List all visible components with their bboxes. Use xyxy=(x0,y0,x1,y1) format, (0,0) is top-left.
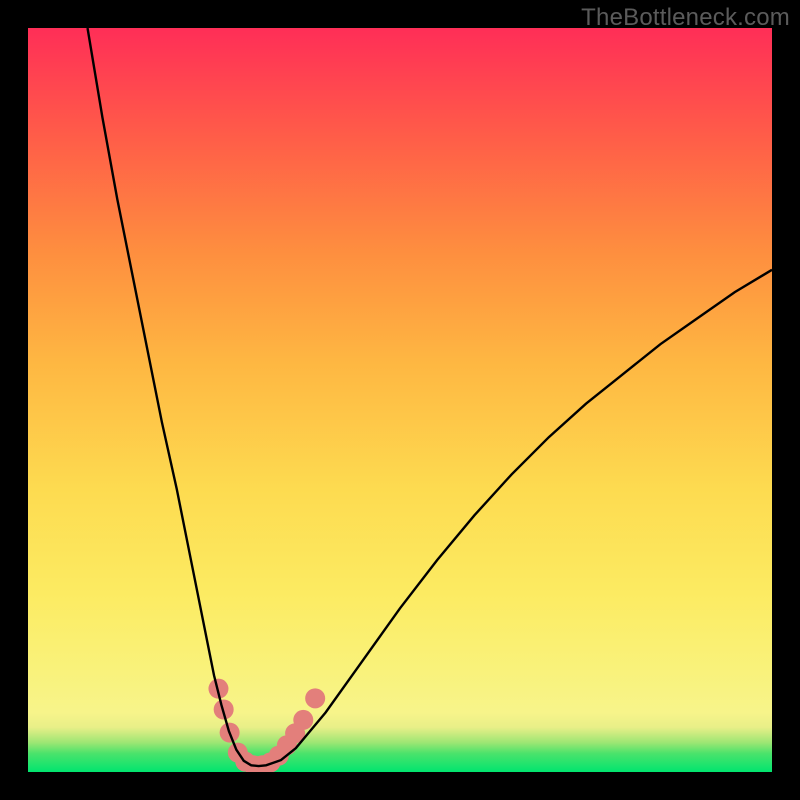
marker-group xyxy=(208,679,325,772)
plot-area xyxy=(28,28,772,772)
data-marker xyxy=(293,710,313,730)
chart-svg xyxy=(28,28,772,772)
data-marker xyxy=(305,688,325,708)
bottleneck-curve xyxy=(88,28,772,766)
chart-frame: TheBottleneck.com xyxy=(0,0,800,800)
watermark-text: TheBottleneck.com xyxy=(581,4,790,32)
